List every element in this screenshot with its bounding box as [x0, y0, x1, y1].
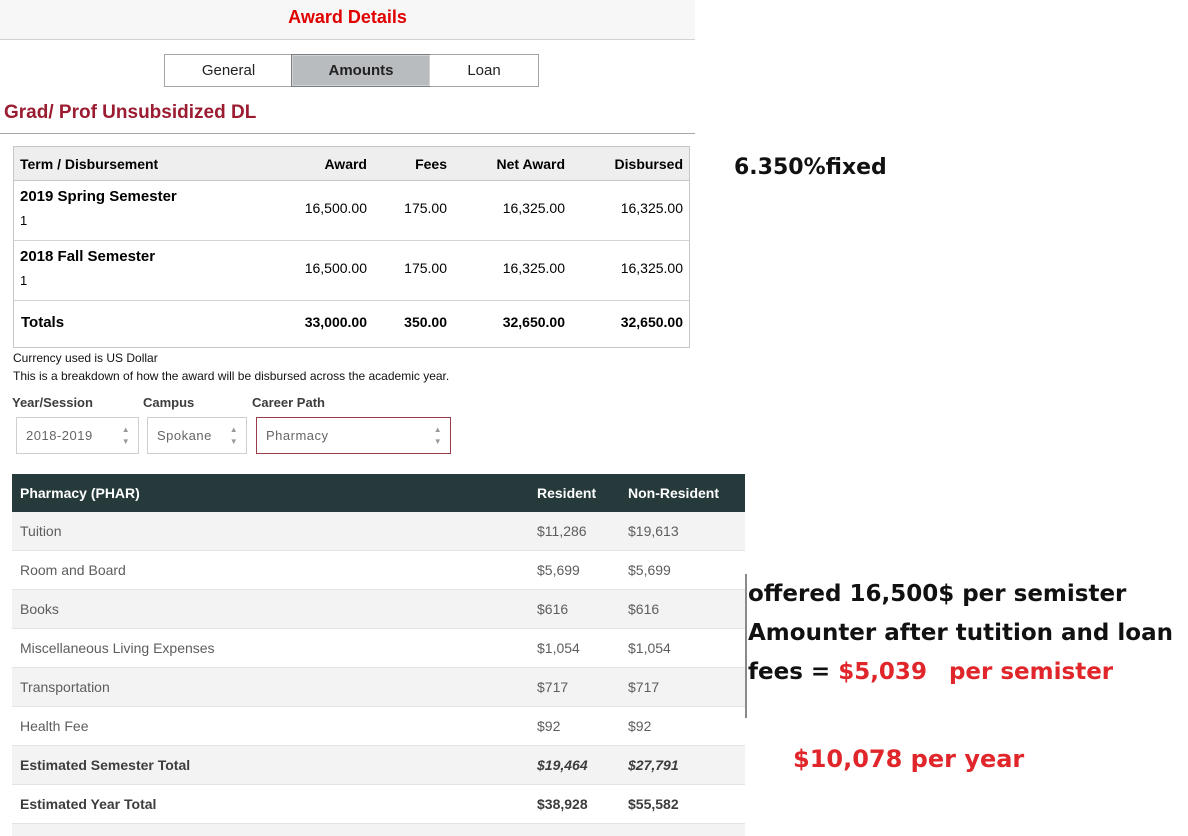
- campus-value: Spokane: [157, 428, 212, 443]
- disbursed-total: 32,650.00: [620, 314, 683, 330]
- year-session-label: Year/Session: [12, 395, 93, 410]
- cost-item: Estimated Year Total: [20, 796, 157, 812]
- fees-total: 350.00: [404, 314, 447, 330]
- disbursed-value: 16,325.00: [620, 200, 683, 216]
- annotation-line-3: fees = $5,039 per semister: [748, 653, 1173, 692]
- cost-item: Miscellaneous Living Expenses: [20, 640, 215, 656]
- loan-title: Grad/ Prof Unsubsidized DL: [4, 102, 257, 123]
- fees-value: 175.00: [404, 260, 447, 276]
- net-award-value: 16,325.00: [502, 260, 565, 276]
- spinner-arrows-icon: ▲ ▼: [433, 425, 443, 446]
- award-value: 16,500.00: [304, 200, 367, 216]
- career-path-label: Career Path: [252, 395, 325, 410]
- resident-header: Resident: [537, 485, 597, 501]
- award-table: Term / Disbursement Award Fees Net Award…: [13, 146, 690, 348]
- net-award-value: 16,325.00: [502, 200, 565, 216]
- resident-value: $11,286: [537, 523, 587, 539]
- page-title: Award Details: [288, 7, 407, 27]
- resident-value: $5,699: [537, 562, 580, 578]
- tab-general[interactable]: General: [164, 54, 292, 87]
- non-resident-value: $55,582: [628, 796, 679, 812]
- spinner-arrows-icon: ▲ ▼: [121, 425, 131, 446]
- non-resident-value: $616: [628, 601, 660, 617]
- resident-value: $19,464: [537, 757, 588, 773]
- cost-item: Books: [20, 601, 59, 617]
- year-total-note: $10,078 per year: [793, 745, 1025, 773]
- program-header: Pharmacy (PHAR): [20, 485, 140, 501]
- col-term: Term / Disbursement: [20, 156, 159, 172]
- award-value: 16,500.00: [304, 260, 367, 276]
- year-total-row: Estimated Year Total $38,928 $55,582: [12, 785, 745, 824]
- fees-value: 175.00: [404, 200, 447, 216]
- cost-table-header: Pharmacy (PHAR) Resident Non-Resident: [12, 474, 745, 512]
- tab-loan[interactable]: Loan: [430, 54, 539, 87]
- resident-value: $1,054: [537, 640, 580, 656]
- non-resident-value: $717: [628, 679, 660, 695]
- annotation-line-1: offered 16,500$ per semister: [748, 581, 1127, 607]
- cost-item: Transportation: [20, 679, 110, 695]
- cost-item: Room and Board: [20, 562, 126, 578]
- campus-label: Campus: [143, 395, 195, 410]
- non-resident-value: $27,791: [628, 757, 679, 773]
- non-resident-value: $19,613: [628, 523, 679, 539]
- cost-item: Health Fee: [20, 718, 89, 734]
- non-resident-value: $5,699: [628, 562, 671, 578]
- col-disbursed: Disbursed: [614, 156, 683, 172]
- cost-item: Tuition: [20, 523, 62, 539]
- table-row: 2019 Spring Semester 1 16,500.00 175.00 …: [14, 180, 689, 241]
- annotation-line-2: Amounter after tutition and loan: [748, 620, 1173, 646]
- disbursement-number: 1: [20, 273, 28, 288]
- semester-total-row: Estimated Semester Total $19,464 $27,791: [12, 746, 745, 785]
- table-row: Room and Board $5,699 $5,699: [12, 551, 745, 590]
- annotation-note: offered 16,500$ per semister Amounter af…: [748, 575, 1173, 692]
- award-total: 33,000.00: [304, 314, 367, 330]
- campus-select[interactable]: Spokane ▲ ▼: [147, 417, 247, 454]
- cost-item: Estimated Semester Total: [20, 757, 191, 773]
- col-award: Award: [324, 156, 367, 172]
- table-row-partial: [12, 824, 745, 836]
- resident-value: $38,928: [537, 796, 588, 812]
- annotation-prefix: fees =: [748, 659, 839, 685]
- tab-amounts[interactable]: Amounts: [291, 54, 431, 87]
- table-row: 2018 Fall Semester 1 16,500.00 175.00 16…: [14, 240, 689, 301]
- award-details-header: Award Details: [0, 0, 695, 40]
- breakdown-note: This is a breakdown of how the award wil…: [13, 369, 450, 383]
- year-session-select[interactable]: 2018-2019 ▲ ▼: [16, 417, 139, 454]
- col-fees: Fees: [415, 156, 447, 172]
- resident-value: $92: [537, 718, 561, 734]
- col-net-award: Net Award: [496, 156, 565, 172]
- non-resident-value: $1,054: [628, 640, 671, 656]
- table-row: Transportation $717 $717: [12, 668, 745, 707]
- table-row: Health Fee $92 $92: [12, 707, 745, 746]
- year-session-value: 2018-2019: [26, 428, 93, 443]
- totals-label: Totals: [21, 314, 65, 331]
- interest-rate-note: 6.350%fixed: [734, 155, 887, 180]
- table-row: Books $616 $616: [12, 590, 745, 629]
- net-award-total: 32,650.00: [502, 314, 565, 330]
- career-path-select[interactable]: Pharmacy ▲ ▼: [256, 417, 451, 454]
- resident-value: $616: [537, 601, 569, 617]
- non-resident-header: Non-Resident: [628, 485, 719, 501]
- disbursement-number: 1: [20, 213, 28, 228]
- term-name: 2019 Spring Semester: [20, 188, 177, 205]
- currency-note: Currency used is US Dollar: [13, 351, 158, 365]
- term-name: 2018 Fall Semester: [20, 248, 156, 265]
- totals-row: Totals 33,000.00 350.00 32,650.00 32,650…: [14, 300, 689, 346]
- non-resident-value: $92: [628, 718, 652, 734]
- table-row: Miscellaneous Living Expenses $1,054 $1,…: [12, 629, 745, 668]
- annotation-suffix: per semister: [948, 659, 1114, 685]
- annotation-bar: [745, 574, 747, 718]
- career-path-value: Pharmacy: [266, 428, 329, 443]
- disbursed-value: 16,325.00: [620, 260, 683, 276]
- table-row: Tuition $11,286 $19,613: [12, 512, 745, 551]
- spinner-arrows-icon: ▲ ▼: [229, 425, 239, 446]
- resident-value: $717: [537, 679, 569, 695]
- award-table-header: Term / Disbursement Award Fees Net Award…: [14, 147, 689, 181]
- divider: [0, 133, 695, 134]
- annotation-amount: $5,039: [838, 659, 927, 685]
